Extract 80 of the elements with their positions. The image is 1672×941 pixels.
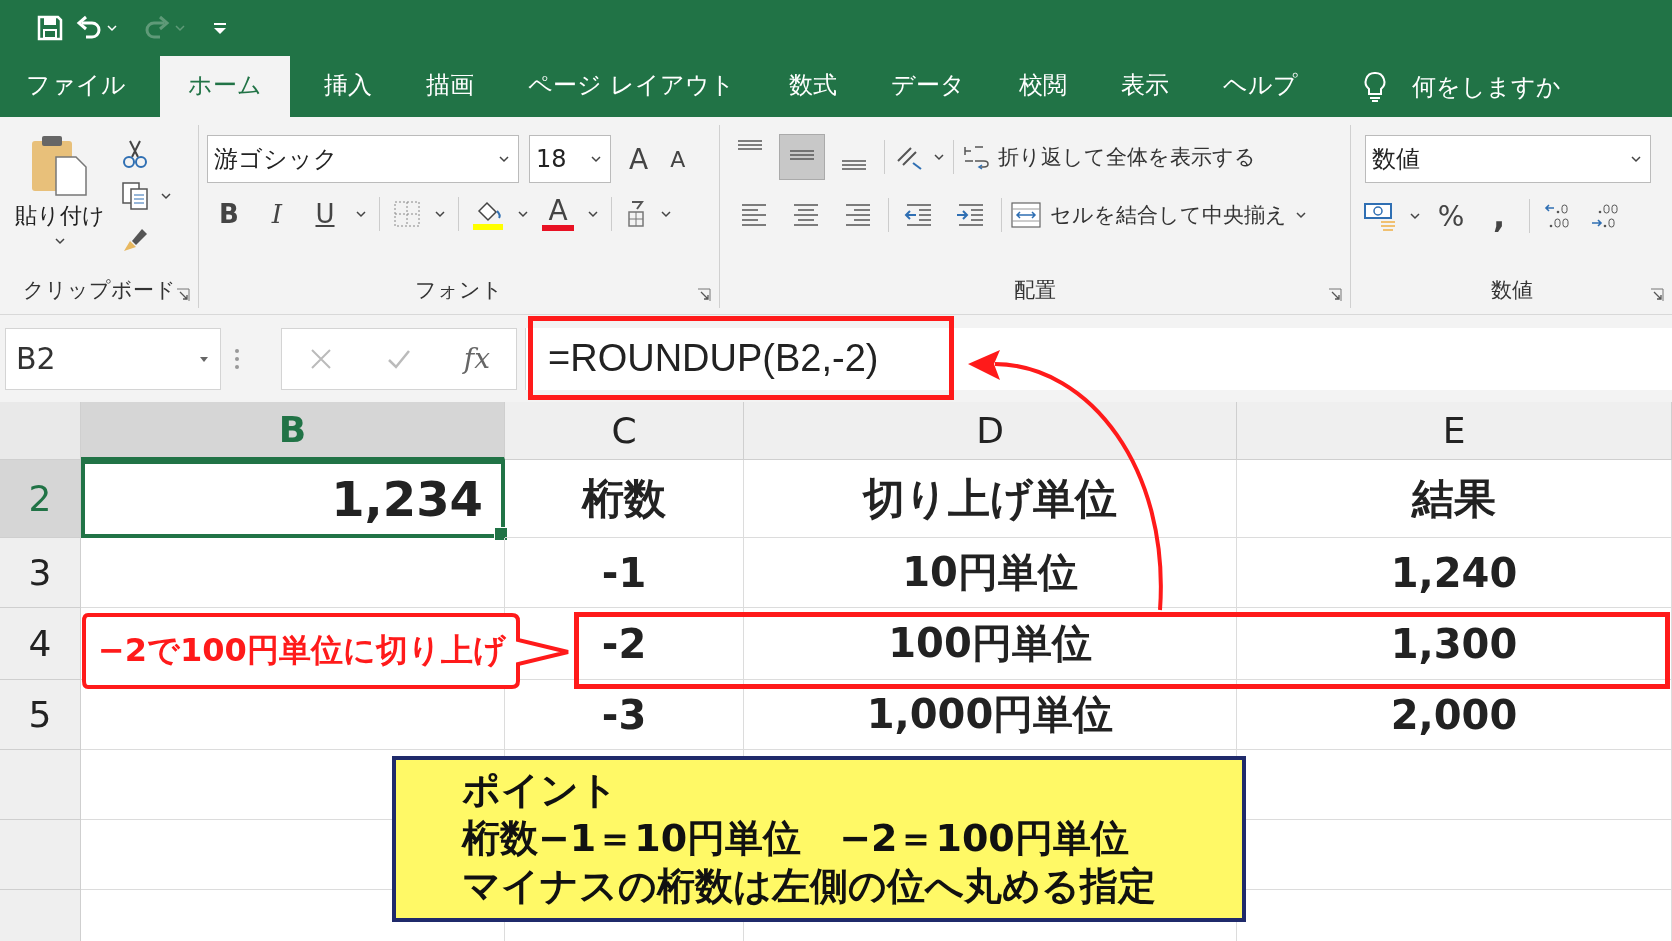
- caret-icon[interactable]: [1295, 209, 1307, 221]
- group-label: フォント: [415, 277, 503, 304]
- ribbon-tab[interactable]: データ: [870, 56, 985, 117]
- wrap-text-button[interactable]: 折り返して全体を表示する: [962, 143, 1256, 171]
- table-cell: -1: [505, 538, 744, 608]
- bold-button[interactable]: B: [211, 199, 247, 229]
- caret-icon[interactable]: [106, 22, 118, 34]
- middle-align-button[interactable]: [780, 135, 824, 179]
- caret-icon[interactable]: [54, 235, 66, 247]
- caret-icon[interactable]: [1630, 153, 1642, 165]
- fill-handle[interactable]: [494, 527, 508, 541]
- ribbon-tab[interactable]: 数式: [768, 56, 857, 117]
- ribbon-tab[interactable]: 表示: [1100, 56, 1189, 117]
- paste-button[interactable]: 貼り付け: [10, 133, 110, 272]
- insert-function-button[interactable]: fx: [463, 342, 490, 375]
- column-header[interactable]: C: [505, 402, 744, 460]
- table-cell: 1,000円単位: [744, 680, 1237, 750]
- ribbon-tab[interactable]: 描画: [406, 56, 494, 117]
- font-color-button[interactable]: A: [541, 197, 575, 231]
- comma-style-button[interactable]: ,: [1481, 197, 1517, 235]
- number-format-dropdown[interactable]: 数値: [1365, 135, 1651, 183]
- group-label: 配置: [1014, 277, 1056, 304]
- ribbon-tab[interactable]: 挿入: [304, 56, 392, 117]
- caret-icon[interactable]: [933, 151, 945, 163]
- caret-icon[interactable]: [1409, 210, 1421, 222]
- table-cell: 結果: [1237, 460, 1672, 538]
- decrease-font-size-button[interactable]: A: [670, 146, 686, 172]
- table-cell: 2,000: [1237, 680, 1672, 750]
- scissors-icon[interactable]: [120, 139, 150, 169]
- row-header[interactable]: 4: [0, 608, 81, 680]
- copy-icon[interactable]: [120, 181, 150, 211]
- name-box[interactable]: B2: [5, 327, 221, 390]
- table-cell: 100円単位: [744, 608, 1237, 680]
- ribbon-tab[interactable]: ファイル: [6, 56, 146, 117]
- column-header[interactable]: E: [1237, 402, 1672, 460]
- save-icon[interactable]: [36, 14, 64, 42]
- table-cell: 10円単位: [744, 538, 1237, 608]
- caret-icon[interactable]: [587, 208, 599, 220]
- underline-button[interactable]: U: [307, 199, 343, 229]
- row-header[interactable]: 2: [0, 460, 81, 538]
- caret-icon[interactable]: [434, 208, 446, 220]
- increase-font-size-button[interactable]: A: [629, 142, 649, 176]
- table-cell: 桁数: [505, 460, 744, 538]
- dialog-launcher-icon[interactable]: [697, 288, 711, 302]
- wrap-text-icon[interactable]: [962, 143, 990, 171]
- ribbon-tab[interactable]: ホーム: [160, 56, 290, 117]
- caret-icon[interactable]: [517, 208, 529, 220]
- ribbon-tab[interactable]: ヘルプ: [1202, 56, 1318, 117]
- dialog-launcher-icon[interactable]: [1650, 288, 1664, 302]
- ribbon-tab[interactable]: 校閲: [998, 56, 1087, 117]
- font-size-dropdown[interactable]: 18: [529, 135, 611, 183]
- currency-icon[interactable]: [1363, 200, 1397, 232]
- caret-icon[interactable]: [590, 153, 602, 165]
- italic-button[interactable]: I: [259, 199, 295, 229]
- caret-icon[interactable]: [160, 190, 172, 202]
- note-text: マイナスの桁数は左側の位へ丸める指定: [462, 863, 1157, 910]
- table-cell: 1,240: [1237, 538, 1672, 608]
- note-title: ポイント: [462, 767, 619, 814]
- column-header[interactable]: B: [81, 402, 505, 460]
- formula-text[interactable]: =ROUNDUP(B2,-2): [548, 337, 879, 380]
- table-cell: 切り上げ単位: [744, 460, 1237, 538]
- search-hint[interactable]: 何をしますか: [1411, 70, 1561, 103]
- row-header[interactable]: 3: [0, 538, 81, 608]
- percent-style-button[interactable]: %: [1433, 199, 1469, 233]
- group-label: 数値: [1490, 277, 1533, 304]
- dialog-launcher-icon[interactable]: [1328, 288, 1342, 302]
- dialog-launcher-icon[interactable]: [176, 288, 190, 302]
- ribbon-tab[interactable]: ページ レイアウト: [508, 56, 755, 117]
- table-cell: 1,300: [1237, 608, 1672, 680]
- caret-icon[interactable]: [355, 208, 367, 220]
- merge-icon[interactable]: [1010, 199, 1042, 231]
- merge-center-button[interactable]: セルを結合して中央揃え: [1010, 199, 1307, 231]
- note-text: 桁数−1＝10円単位 −2＝100円単位: [462, 815, 1130, 862]
- row-header[interactable]: 5: [0, 680, 81, 750]
- group-label: クリップボード: [22, 277, 176, 304]
- active-cell[interactable]: 1,234: [81, 460, 505, 538]
- caret-icon[interactable]: [660, 208, 672, 220]
- font-name-dropdown[interactable]: 游ゴシック: [207, 135, 519, 183]
- column-header[interactable]: D: [744, 402, 1237, 460]
- caret-icon[interactable]: [498, 153, 510, 165]
